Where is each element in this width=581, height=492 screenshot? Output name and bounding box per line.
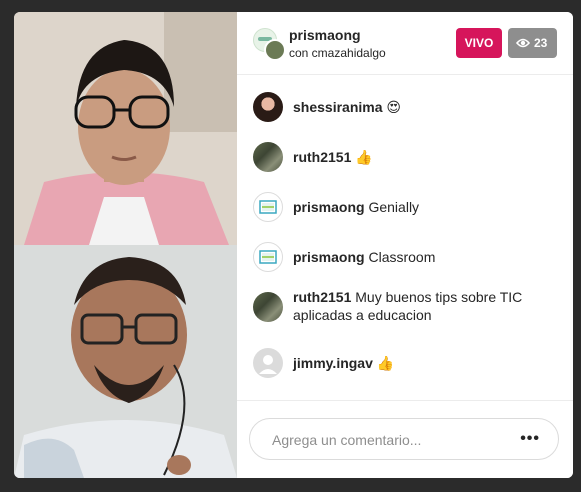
comment-username[interactable]: prismaong <box>293 249 365 265</box>
viewer-count: 23 <box>534 36 548 50</box>
group-avatar[interactable] <box>253 292 283 322</box>
live-badge: VIVO <box>456 28 502 58</box>
live-header: prismaong con cmazahidalgo VIVO 23 <box>237 12 573 75</box>
comment-username[interactable]: jimmy.ingav <box>293 355 373 371</box>
live-window: prismaong con cmazahidalgo VIVO 23 shess… <box>14 12 573 478</box>
prisma-logo-avatar[interactable] <box>253 242 283 272</box>
comment-text: 👍 <box>376 355 395 371</box>
comment-input-box: ••• <box>249 418 559 460</box>
comment-composer: ••• <box>237 400 573 478</box>
comment-username[interactable]: ruth2151 <box>293 149 351 165</box>
host-video-feed <box>14 12 237 245</box>
comment-username[interactable]: shessiranima <box>293 99 383 115</box>
comment-username[interactable]: ruth2151 <box>293 289 351 305</box>
viewer-count-badge[interactable]: 23 <box>508 28 557 58</box>
comment-text: Genially <box>368 199 420 215</box>
eye-icon <box>516 38 530 48</box>
guest-video-feed <box>14 245 237 478</box>
guest-avatar <box>264 39 286 61</box>
comment-username[interactable]: prismaong <box>293 199 365 215</box>
comment-input[interactable] <box>270 429 514 451</box>
host-name[interactable]: prismaong <box>289 27 361 43</box>
host-subtitle: con cmazahidalgo <box>289 46 386 60</box>
comment-text: 👍 <box>355 149 373 165</box>
host-avatars[interactable] <box>253 28 286 61</box>
comment-text: 😍 <box>386 99 401 115</box>
woman-avatar[interactable] <box>253 92 283 122</box>
chat-panel: prismaong con cmazahidalgo VIVO 23 shess… <box>237 12 573 478</box>
prisma-logo-avatar[interactable] <box>253 192 283 222</box>
default-avatar[interactable] <box>253 348 283 378</box>
comment-list: shessiranima 😍 ruth2151 👍 prismaong Geni… <box>237 74 573 400</box>
group-avatar[interactable] <box>253 142 283 172</box>
video-column <box>14 12 237 478</box>
more-options-icon[interactable]: ••• <box>520 431 540 447</box>
comment-text: Classroom <box>368 249 436 265</box>
